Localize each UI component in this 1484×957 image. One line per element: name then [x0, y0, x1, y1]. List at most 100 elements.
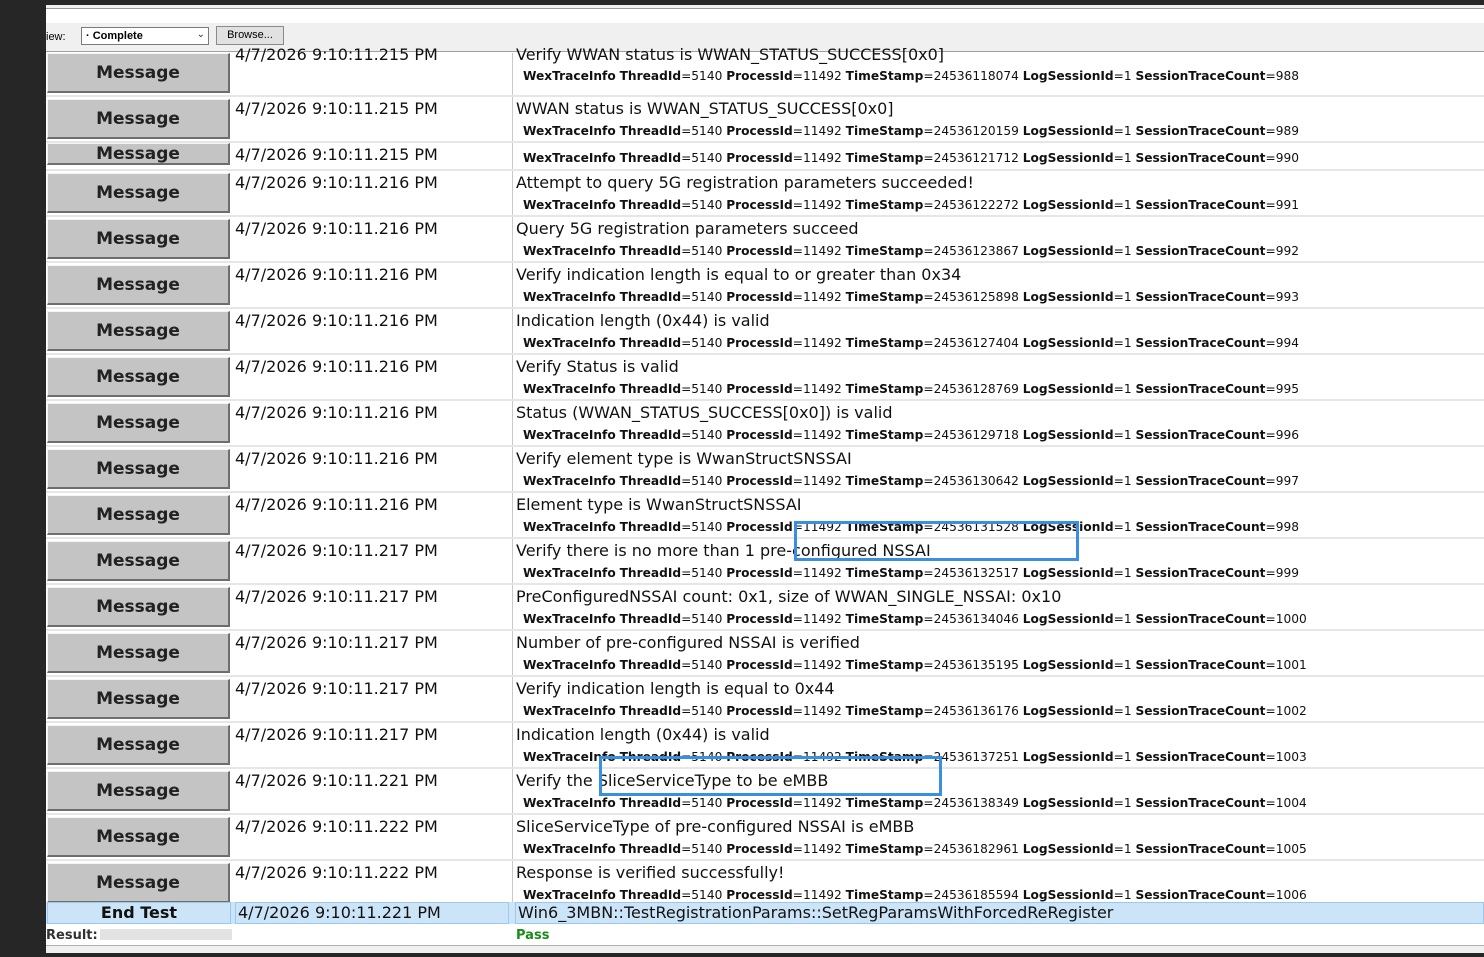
session-trace-count-value: =1006: [1265, 888, 1307, 902]
thread-id-key: ThreadId: [619, 842, 682, 856]
browse-button[interactable]: Browse...: [216, 26, 284, 45]
log-session-id-key: LogSessionId: [1022, 124, 1114, 138]
process-id-key: ProcessId: [726, 244, 793, 258]
timestamp-key: TimeStamp: [845, 796, 924, 810]
timestamp-key: TimeStamp: [845, 474, 924, 488]
thread-id-key: ThreadId: [619, 658, 682, 672]
thread-id-key: ThreadId: [619, 566, 682, 580]
thread-id-value: =5140: [681, 842, 727, 856]
column-divider: [512, 171, 513, 215]
view-dropdown[interactable]: · Complete ⌄: [81, 27, 209, 45]
message-type-button[interactable]: Message: [47, 725, 230, 765]
log-session-id-key: LogSessionId: [1022, 382, 1114, 396]
trace-info-key: WexTraceInfo: [523, 842, 616, 856]
session-trace-count-key: SessionTraceCount: [1135, 69, 1266, 83]
message-type-button[interactable]: Message: [47, 311, 230, 351]
log-row[interactable]: Message 4/7/2026 9:10:11.216 PM Verify ind…: [46, 263, 1484, 309]
thread-id-key: ThreadId: [619, 520, 682, 534]
log-session-id-key: LogSessionId: [1022, 842, 1114, 856]
log-row[interactable]: Message 4/7/2026 9:10:11.217 PM Number of …: [46, 631, 1484, 677]
timestamp-value: =24536125898: [923, 290, 1023, 304]
log-message: Indication length (0x44) is valid: [516, 311, 770, 330]
message-type-button[interactable]: Message: [47, 403, 230, 443]
log-session-id-value: =1: [1113, 382, 1136, 396]
timestamp-key: TimeStamp: [845, 888, 924, 902]
trace-info-key: WexTraceInfo: [523, 566, 616, 580]
message-type-button[interactable]: Message: [47, 265, 230, 305]
log-timestamp: 4/7/2026 9:10:11.221 PM: [235, 771, 438, 790]
log-session-id-key: LogSessionId: [1022, 704, 1114, 718]
message-type-button[interactable]: Message: [47, 587, 230, 627]
thread-id-value: =5140: [681, 796, 727, 810]
log-row[interactable]: Message 4/7/2026 9:10:11.215 PM WexTraceIn…: [46, 143, 1484, 171]
log-row[interactable]: Message 4/7/2026 9:10:11.217 PM Verify the…: [46, 539, 1484, 585]
log-message: Attempt to query 5G registration paramet…: [516, 173, 974, 192]
session-trace-count-key: SessionTraceCount: [1135, 382, 1266, 396]
log-row[interactable]: Message 4/7/2026 9:10:11.222 PM Response i…: [46, 861, 1484, 907]
log-row[interactable]: Message 4/7/2026 9:10:11.216 PM Status (WW…: [46, 401, 1484, 447]
log-timestamp: 4/7/2026 9:10:11.215 PM: [235, 99, 438, 118]
log-row[interactable]: Message 4/7/2026 9:10:11.216 PM Indication…: [46, 309, 1484, 355]
message-type-button[interactable]: Message: [47, 219, 230, 259]
process-id-key: ProcessId: [726, 888, 793, 902]
timestamp-value: =24536130642: [923, 474, 1023, 488]
result-label: Result:: [46, 928, 98, 943]
log-row[interactable]: Message 4/7/2026 9:10:11.216 PM Element ty…: [46, 493, 1484, 539]
log-row[interactable]: Message 4/7/2026 9:10:11.216 PM Query 5G r…: [46, 217, 1484, 263]
trace-info-key: WexTraceInfo: [523, 796, 616, 810]
log-row[interactable]: Message 4/7/2026 9:10:11.217 PM Verify ind…: [46, 677, 1484, 723]
process-id-key: ProcessId: [726, 336, 793, 350]
message-type-button[interactable]: Message: [47, 679, 230, 719]
column-divider: [512, 447, 513, 491]
thread-id-value: =5140: [681, 382, 727, 396]
thread-id-key: ThreadId: [619, 198, 682, 212]
message-type-button[interactable]: Message: [47, 143, 230, 165]
session-trace-count-key: SessionTraceCount: [1135, 244, 1266, 258]
log-row[interactable]: Message 4/7/2026 9:10:11.216 PM Attempt to…: [46, 171, 1484, 217]
message-type-button[interactable]: Message: [47, 495, 230, 535]
thread-id-value: =5140: [681, 124, 727, 138]
session-trace-count-value: =991: [1265, 198, 1299, 212]
log-row[interactable]: Message 4/7/2026 9:10:11.216 PM Verify Sta…: [46, 355, 1484, 401]
log-trace-info: WexTraceInfo ThreadId=5140 ProcessId=114…: [523, 796, 1307, 810]
message-type-button[interactable]: Message: [47, 771, 230, 811]
end-test-row[interactable]: End Test 4/7/2026 9:10:11.221 PM Win6_3M…: [46, 902, 1484, 924]
log-session-id-value: =1: [1113, 244, 1136, 258]
process-id-value: =11492: [792, 382, 846, 396]
message-type-button[interactable]: Message: [47, 633, 230, 673]
message-type-button[interactable]: Message: [47, 357, 230, 397]
session-trace-count-key: SessionTraceCount: [1135, 796, 1266, 810]
log-message: WWAN status is WWAN_STATUS_SUCCESS[0x0]: [516, 99, 894, 118]
thread-id-value: =5140: [681, 244, 727, 258]
log-trace-info: WexTraceInfo ThreadId=5140 ProcessId=114…: [523, 474, 1299, 488]
trace-info-key: WexTraceInfo: [523, 658, 616, 672]
message-type-button[interactable]: Message: [47, 173, 230, 213]
timestamp-key: TimeStamp: [845, 336, 924, 350]
column-divider: [512, 769, 513, 813]
log-row[interactable]: Message 4/7/2026 9:10:11.215 PM WWAN statu…: [46, 97, 1484, 143]
message-type-button[interactable]: Message: [47, 863, 230, 903]
log-row[interactable]: Message 4/7/2026 9:10:11.217 PM PreConfigu…: [46, 585, 1484, 631]
message-type-button[interactable]: Message: [47, 449, 230, 489]
thread-id-key: ThreadId: [619, 244, 682, 258]
log-session-id-value: =1: [1113, 198, 1136, 212]
timestamp-key: TimeStamp: [845, 244, 924, 258]
message-type-button[interactable]: Message: [47, 53, 230, 93]
log-row[interactable]: Message 4/7/2026 9:10:11.216 PM Verify ele…: [46, 447, 1484, 493]
message-type-button[interactable]: Message: [47, 541, 230, 581]
message-type-button[interactable]: Message: [47, 99, 230, 139]
column-divider: [512, 401, 513, 445]
timestamp-key: TimeStamp: [845, 428, 924, 442]
log-message: Indication length (0x44) is valid: [516, 725, 770, 744]
timestamp-key: TimeStamp: [845, 704, 924, 718]
message-type-button[interactable]: Message: [47, 817, 230, 857]
timestamp-key: TimeStamp: [845, 566, 924, 580]
process-id-value: =11492: [792, 244, 846, 258]
log-row[interactable]: Message 4/7/2026 9:10:11.222 PM SliceServi…: [46, 815, 1484, 861]
log-row[interactable]: Message 4/7/2026 9:10:11.215 PM Verify W…: [46, 45, 1484, 97]
timestamp-key: TimeStamp: [845, 612, 924, 626]
log-timestamp: 4/7/2026 9:10:11.216 PM: [235, 449, 438, 468]
process-id-key: ProcessId: [726, 566, 793, 580]
process-id-value: =11492: [792, 336, 846, 350]
session-trace-count-key: SessionTraceCount: [1135, 704, 1266, 718]
